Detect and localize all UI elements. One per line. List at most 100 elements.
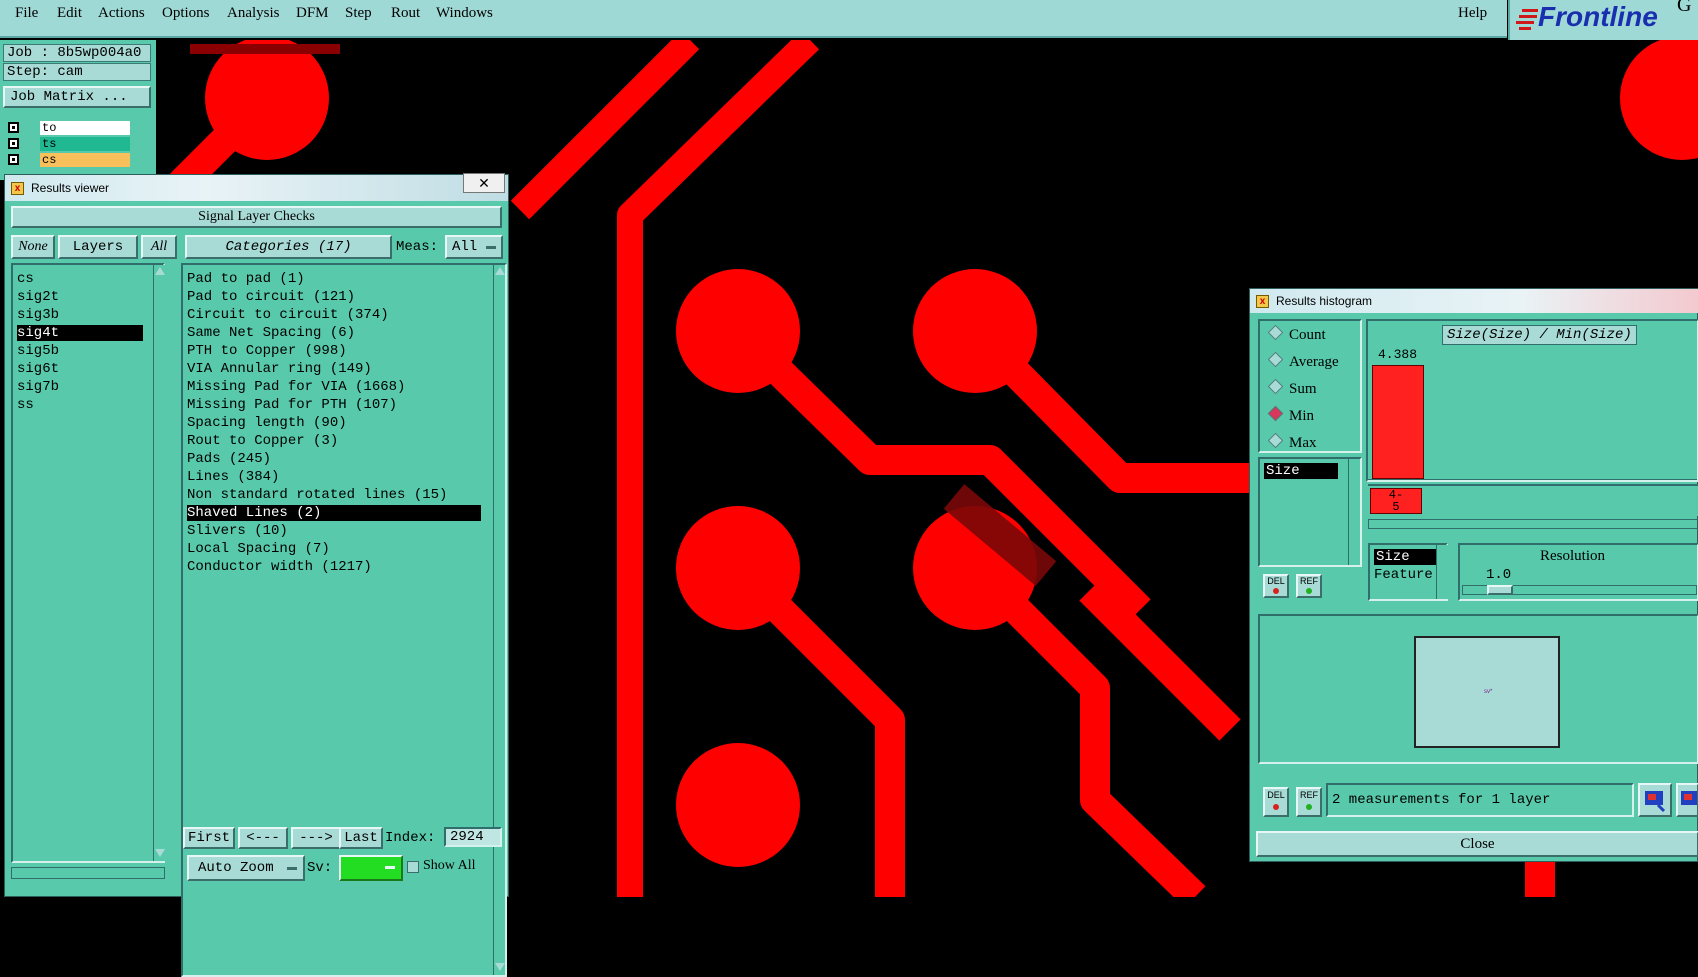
histogram-bar[interactable] [1372,365,1424,479]
mode-radio-min[interactable]: Min [1267,405,1314,425]
list-item[interactable]: Pads (245) [187,451,481,467]
zoom-fit-button[interactable] [1638,783,1672,817]
meas-label: Meas: [396,239,439,255]
feature-scrollbar[interactable] [1436,545,1448,599]
list-item[interactable]: Shaved Lines (2) [187,505,481,521]
list-item[interactable]: Missing Pad for VIA (1668) [187,379,481,395]
slider-thumb[interactable] [1487,585,1513,595]
none-button[interactable]: None [11,235,55,259]
menu-windows[interactable]: Windows [436,5,493,22]
mode-radio-sum[interactable]: Sum [1267,378,1317,398]
list-item[interactable]: Spacing length (90) [187,415,481,431]
auto-zoom-value: Auto Zoom [198,860,274,876]
categories-button[interactable]: Categories (17) [185,235,392,259]
measure-scrollbar[interactable] [1348,459,1360,565]
preview-box[interactable]: sv* [1414,636,1560,748]
prev-button[interactable]: <--- [238,827,288,849]
menu-file[interactable]: File [15,5,38,22]
chart-hscrollbar[interactable] [1368,519,1698,529]
menu-dfm[interactable]: DFM [296,5,329,22]
window-app-icon: x [11,182,24,195]
layers-scrollbar[interactable] [153,265,165,861]
job-matrix-button[interactable]: Job Matrix ... [3,86,151,108]
ref-button[interactable]: REF [1296,574,1322,598]
scroll-up-icon[interactable] [495,267,505,275]
layers-hscrollbar[interactable] [11,867,165,879]
signal-layer-checks-header: Signal Layer Checks [11,206,502,228]
list-item[interactable]: Missing Pad for PTH (107) [187,397,481,413]
show-all-checkbox[interactable] [407,861,419,873]
list-item[interactable]: cs [17,271,143,287]
list-item[interactable]: Rout to Copper (3) [187,433,481,449]
list-item[interactable]: Circuit to circuit (374) [187,307,481,323]
all-button[interactable]: All [141,235,177,259]
menu-step[interactable]: Step [345,5,372,22]
resolution-label: Resolution [1540,548,1606,564]
preview-ref-button[interactable]: REF [1296,787,1322,817]
meas-dropdown[interactable]: All [445,235,503,259]
list-item[interactable]: Local Spacing (7) [187,541,481,557]
list-item[interactable]: sig5b [17,343,143,359]
auto-zoom-dropdown[interactable]: Auto Zoom [187,855,305,881]
list-item[interactable]: Non standard rotated lines (15) [187,487,481,503]
list-item[interactable]: sig2t [17,289,143,305]
results-histogram-titlebar[interactable]: x Results histogram [1250,289,1698,313]
feature-item-feature[interactable]: Feature [1374,567,1433,583]
categories-scrollbar[interactable] [493,265,505,975]
menu-help[interactable]: Help [1458,5,1487,22]
list-item[interactable]: Conductor width (1217) [187,559,481,575]
list-item[interactable]: Pad to circuit (121) [187,289,481,305]
layer-checkbox[interactable] [8,154,19,165]
mode-radio-max[interactable]: Max [1267,432,1317,452]
sv-color-dropdown[interactable] [339,855,403,881]
list-item[interactable]: PTH to Copper (998) [187,343,481,359]
preview-del-button[interactable]: DEL [1263,787,1289,817]
ref-label: REF [1300,790,1318,800]
measure-list[interactable]: Size [1258,457,1362,567]
pad [1620,40,1698,160]
list-item[interactable]: sig4t [17,325,143,341]
menu-edit[interactable]: Edit [57,5,82,22]
job-name: Job : 8b5wp004a0 [3,44,151,62]
last-button[interactable]: Last [339,827,383,849]
scroll-down-icon[interactable] [155,849,165,857]
layer-checkbox[interactable] [8,138,19,149]
menu-rout[interactable]: Rout [391,5,420,22]
zoom-home-button[interactable] [1676,783,1698,817]
list-item[interactable]: sig7b [17,379,143,395]
results-viewer-titlebar[interactable]: x Results viewer ✕ [5,173,508,201]
close-icon[interactable]: ✕ [463,173,505,193]
list-item-size[interactable]: Size [1264,463,1338,479]
list-item[interactable]: VIA Annular ring (149) [187,361,481,377]
list-item[interactable]: sig3b [17,307,143,323]
close-button[interactable]: Close [1256,831,1698,857]
mode-radio-average[interactable]: Average [1267,351,1339,371]
del-button[interactable]: DEL [1263,574,1289,598]
layers-list[interactable]: cs sig2t sig3b sig4t sig5b sig6t sig7b ss [11,263,165,863]
list-item[interactable]: Pad to pad (1) [187,271,481,287]
menu-actions[interactable]: Actions [98,5,145,22]
histogram-chart[interactable]: Size(Size) / Min(Size) 4.388 [1366,319,1698,482]
feature-item-size[interactable]: Size [1374,549,1436,565]
layers-button[interactable]: Layers [58,235,138,259]
next-button[interactable]: ---> [291,827,341,849]
list-item[interactable]: sig6t [17,361,143,377]
list-item[interactable]: Same Net Spacing (6) [187,325,481,341]
list-item[interactable]: Lines (384) [187,469,481,485]
trace [964,320,1250,493]
index-input[interactable]: 2924 [444,827,502,847]
scroll-down-icon[interactable] [495,963,505,971]
resolution-slider[interactable] [1462,585,1697,595]
radio-diamond-icon [1267,405,1284,422]
mode-radio-count[interactable]: Count [1267,324,1326,344]
list-item[interactable]: ss [17,397,143,413]
list-item[interactable]: Slivers (10) [187,523,481,539]
step-name: Step: cam [3,63,151,81]
menu-options[interactable]: Options [162,5,210,22]
status-field: 2 measurements for 1 layer [1326,783,1634,817]
feature-list[interactable]: Size Feature [1368,543,1448,601]
scroll-up-icon[interactable] [155,267,165,275]
first-button[interactable]: First [183,827,235,849]
layer-checkbox[interactable] [8,122,19,133]
menu-analysis[interactable]: Analysis [227,5,280,22]
